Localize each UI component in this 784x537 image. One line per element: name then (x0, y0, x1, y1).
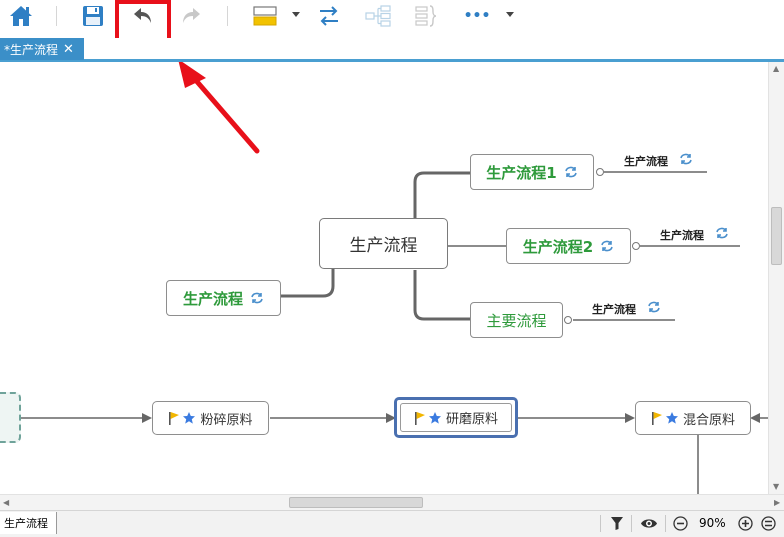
scroll-right-icon[interactable]: ▶ (774, 498, 780, 507)
star-icon (183, 412, 196, 424)
sync-icon (716, 227, 728, 239)
subtopic-1-label: 生产流程 (624, 155, 668, 168)
zoom-in-icon[interactable] (738, 516, 753, 531)
topic-style-icon (253, 6, 277, 26)
central-topic-label: 生产流程 (349, 236, 418, 256)
scroll-left-icon[interactable]: ◀ (3, 498, 9, 507)
horizontal-scroll-thumb[interactable] (289, 497, 423, 508)
subtopic-3[interactable]: 生产流程 (592, 301, 661, 317)
topic-3-label: 主要流程 (486, 311, 547, 330)
relationship-button[interactable] (314, 2, 344, 30)
horizontal-scrollbar[interactable]: ◀ ▶ (0, 494, 784, 510)
sync-icon (564, 166, 577, 178)
collapse-toggle[interactable] (564, 316, 572, 324)
home-icon (10, 6, 32, 26)
structure-button[interactable] (363, 2, 393, 30)
fit-view-icon[interactable] (761, 516, 776, 531)
tab-bar: *生产流程 ✕ (0, 38, 784, 62)
topic-2-label: 生产流程2 (522, 237, 594, 256)
flow-node-mix-label: 混合原料 (682, 412, 735, 428)
save-icon (83, 6, 103, 26)
undo-highlight-box (115, 0, 171, 43)
sheet-tab-label: 生产流程 (4, 517, 48, 530)
topic-1-label: 生产流程1 (486, 163, 557, 182)
topic-2[interactable]: 生产流程2 (506, 228, 631, 264)
vertical-scrollbar[interactable]: ▲ ▼ (768, 62, 784, 494)
sync-icon (680, 153, 692, 165)
status-separator (600, 515, 601, 532)
more-icon: ••• (463, 8, 491, 24)
subtopic-1[interactable]: 生产流程 (624, 153, 693, 169)
topic-1[interactable]: 生产流程1 (470, 154, 594, 190)
home-button[interactable] (6, 2, 36, 30)
scroll-up-icon[interactable]: ▲ (773, 64, 779, 73)
sync-icon (251, 292, 263, 304)
sync-icon (648, 301, 660, 313)
relationship-icon (320, 6, 338, 26)
subtopic-2-label: 生产流程 (660, 229, 704, 242)
flow-node-grind[interactable]: 研磨原料 (394, 397, 518, 438)
save-button[interactable] (78, 2, 108, 30)
flow-node-partial[interactable] (0, 392, 21, 443)
collapse-toggle[interactable] (596, 168, 604, 176)
topic-style-dropdown-icon[interactable] (292, 12, 300, 17)
flow-node-mix[interactable]: 混合原料 (635, 401, 751, 435)
scroll-down-icon[interactable]: ▼ (773, 482, 779, 491)
status-separator (631, 515, 632, 532)
redo-button[interactable] (176, 2, 206, 30)
status-separator (665, 515, 666, 532)
toolbar-separator (227, 6, 228, 26)
topic-left-label: 生产流程 (182, 289, 243, 308)
sync-icon (601, 240, 613, 252)
mindmap-canvas[interactable]: 生产流程 生产流程 生产流程1 生产流程 生产流程2 生产流程 主要流程 生产流… (0, 62, 768, 494)
flag-icon (651, 412, 662, 425)
sheet-tab[interactable]: 生产流程 (0, 512, 57, 534)
flow-node-crush-label: 粉碎原料 (200, 412, 253, 428)
eye-icon[interactable] (640, 516, 658, 531)
toolbar-separator (56, 6, 57, 26)
tab-close-icon[interactable]: ✕ (63, 42, 74, 57)
topic-left[interactable]: 生产流程 (166, 280, 281, 316)
filter-icon[interactable] (610, 516, 624, 531)
structure-icon (365, 5, 391, 27)
zoom-out-icon[interactable] (673, 516, 688, 531)
star-icon (665, 412, 678, 424)
status-bar: 生产流程 90% (0, 510, 784, 537)
more-button[interactable]: ••• (462, 2, 492, 30)
tab-document[interactable]: *生产流程 ✕ (0, 38, 84, 60)
boundary-button[interactable] (410, 2, 440, 30)
flow-node-crush[interactable]: 粉碎原料 (152, 401, 269, 435)
flag-icon (169, 412, 180, 425)
collapse-toggle[interactable] (632, 242, 640, 250)
tab-title: *生产流程 (4, 42, 59, 57)
central-topic[interactable]: 生产流程 (319, 218, 448, 269)
subtopic-3-label: 生产流程 (592, 303, 636, 316)
zoom-level: 90% (699, 516, 726, 530)
topic-style-button[interactable] (250, 2, 280, 30)
boundary-icon (415, 5, 437, 27)
topic-3[interactable]: 主要流程 (470, 302, 563, 338)
vertical-scroll-thumb[interactable] (771, 207, 782, 265)
more-dropdown-icon[interactable] (506, 12, 514, 17)
redo-icon (183, 8, 200, 23)
subtopic-2[interactable]: 生产流程 (660, 227, 729, 243)
app-window: ••• *生产流程 ✕ 生产流程 生产流程 生产流程1 生产流程 生产流程2 生… (0, 0, 784, 537)
